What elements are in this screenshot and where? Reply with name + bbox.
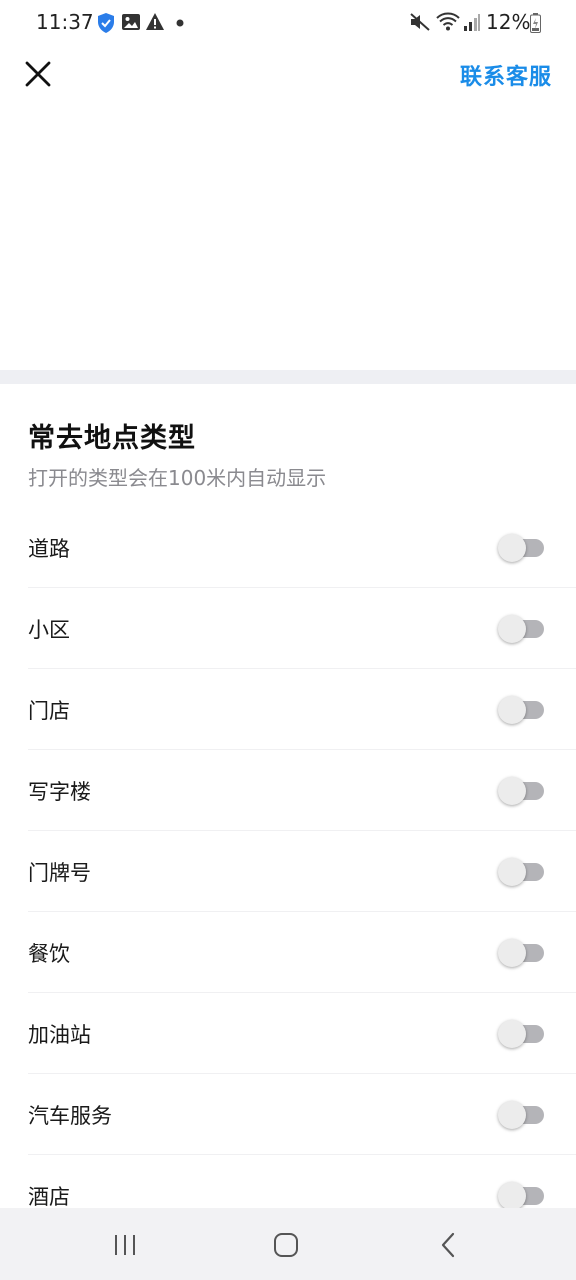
screen: 11:37 12% 联系客服 常去地点类型 打开的类型会在100米内自动显示 道… xyxy=(0,0,576,1280)
type-label: 门牌号 xyxy=(28,861,91,885)
back-icon xyxy=(441,1232,455,1258)
list-item: 餐饮 xyxy=(28,912,576,993)
type-label: 道路 xyxy=(28,537,70,561)
section-subtitle: 打开的类型会在100米内自动显示 xyxy=(28,466,327,490)
type-label: 写字楼 xyxy=(28,780,91,804)
toggle-knob xyxy=(498,858,526,886)
close-button[interactable] xyxy=(18,54,58,94)
top-bar: 联系客服 xyxy=(0,48,576,100)
recents-icon xyxy=(115,1235,135,1255)
status-time: 11:37 xyxy=(36,10,94,34)
battery-icon xyxy=(530,13,541,33)
close-icon xyxy=(25,61,51,87)
list-item: 汽车服务 xyxy=(28,1074,576,1155)
type-toggle[interactable] xyxy=(498,531,544,562)
type-toggle[interactable] xyxy=(498,855,544,886)
back-button[interactable] xyxy=(424,1228,472,1262)
type-label: 汽车服务 xyxy=(28,1104,112,1128)
signal-icon xyxy=(464,14,480,31)
type-label: 酒店 xyxy=(28,1185,70,1209)
type-label: 门店 xyxy=(28,699,70,723)
toggle-knob xyxy=(498,615,526,643)
type-toggle[interactable] xyxy=(498,693,544,724)
system-nav-bar xyxy=(0,1208,576,1280)
list-item: 加油站 xyxy=(28,993,576,1074)
toggle-knob xyxy=(498,939,526,967)
warning-icon xyxy=(146,13,164,30)
type-label: 餐饮 xyxy=(28,942,70,966)
toggle-knob xyxy=(498,1182,526,1210)
list-item: 小区 xyxy=(28,588,576,669)
place-type-list: 道路 小区 门店 写字楼 门牌号 餐饮 加油站 汽车服务 酒店 xyxy=(28,507,576,1236)
type-label: 小区 xyxy=(28,618,70,642)
type-label: 加油站 xyxy=(28,1023,91,1047)
contact-support-link[interactable]: 联系客服 xyxy=(460,59,552,91)
dot-icon xyxy=(176,19,184,27)
list-item: 道路 xyxy=(28,507,576,588)
toggle-knob xyxy=(498,1101,526,1129)
home-icon xyxy=(274,1233,298,1257)
battery-percent: 12% xyxy=(486,10,531,34)
type-toggle[interactable] xyxy=(498,1017,544,1048)
recents-button[interactable] xyxy=(101,1228,149,1262)
type-toggle[interactable] xyxy=(498,1179,544,1210)
type-toggle[interactable] xyxy=(498,936,544,967)
mute-icon xyxy=(410,13,430,31)
wifi-icon xyxy=(436,12,460,31)
list-item: 门牌号 xyxy=(28,831,576,912)
image-icon xyxy=(122,14,140,30)
section-title: 常去地点类型 xyxy=(28,423,196,454)
shield-check-icon xyxy=(98,13,114,33)
list-item: 门店 xyxy=(28,669,576,750)
type-toggle[interactable] xyxy=(498,612,544,643)
home-button[interactable] xyxy=(262,1228,310,1262)
type-toggle[interactable] xyxy=(498,1098,544,1129)
toggle-knob xyxy=(498,777,526,805)
list-item: 写字楼 xyxy=(28,750,576,831)
section-divider xyxy=(0,370,576,384)
toggle-knob xyxy=(498,696,526,724)
type-toggle[interactable] xyxy=(498,774,544,805)
toggle-knob xyxy=(498,534,526,562)
status-bar: 11:37 12% xyxy=(0,0,576,48)
toggle-knob xyxy=(498,1020,526,1048)
